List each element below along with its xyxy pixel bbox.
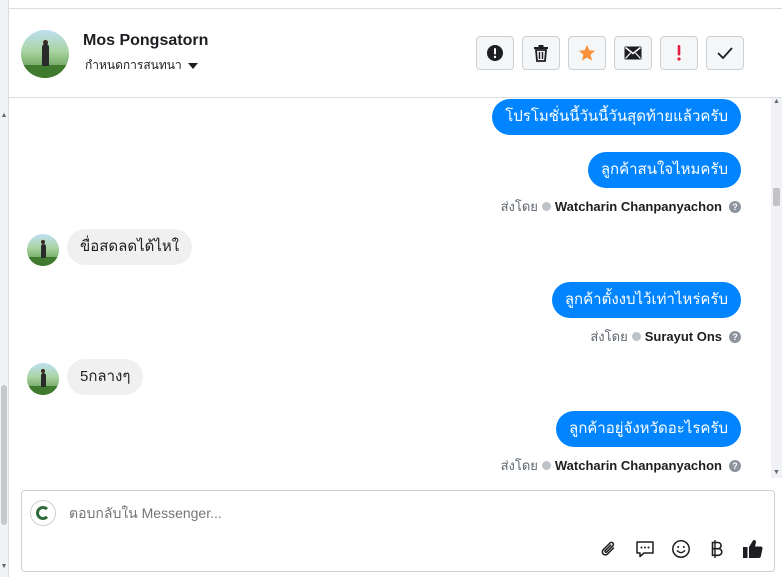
conversation-settings-label: กำหนดการสนทนา <box>85 58 182 72</box>
emoji-icon <box>672 540 690 558</box>
mark-unread-button[interactable] <box>614 36 652 70</box>
contact-avatar-small[interactable] <box>27 363 59 395</box>
delete-button[interactable] <box>522 36 560 70</box>
star-icon <box>578 44 596 61</box>
chat-bubble-icon <box>636 541 654 558</box>
mark-spam-button[interactable] <box>476 36 514 70</box>
sender-name[interactable]: Watcharin Chanpanyachon <box>555 458 722 473</box>
like-button[interactable] <box>742 538 764 560</box>
contact-avatar-small[interactable] <box>27 234 59 266</box>
message-outgoing: ลูกค้าอยู่จังหวัดอะไรครับ <box>556 411 741 447</box>
sent-by-prefix: ส่งโดย <box>500 199 538 214</box>
help-icon[interactable]: ? <box>729 200 741 213</box>
baht-icon <box>711 540 723 558</box>
message-outgoing: ลูกค้าสนใจไหมครับ <box>587 152 741 188</box>
scroll-up-icon[interactable]: ▲ <box>0 112 8 119</box>
scrollbar-thumb[interactable] <box>773 188 780 206</box>
message-thread[interactable]: โปรโมชั่นนี้วันนี้วันสุดท้ายแล้วครับ ลูก… <box>9 98 771 478</box>
left-panel-scrollbar[interactable]: ▲ ▼ <box>0 0 9 577</box>
message-incoming: ขื่อสดลดได้ไหใ <box>67 229 193 265</box>
follow-up-button[interactable] <box>660 36 698 70</box>
contact-avatar[interactable] <box>21 30 69 78</box>
sender-name[interactable]: Watcharin Chanpanyachon <box>555 199 722 214</box>
thumbs-up-icon <box>743 540 763 559</box>
caret-down-icon <box>187 62 198 69</box>
message-incoming: 5กลางๆ <box>67 359 144 395</box>
composer-tools <box>598 538 764 560</box>
sent-by-prefix: ส่งโดย <box>590 329 628 344</box>
attach-button[interactable] <box>598 538 620 560</box>
help-icon[interactable]: ? <box>729 459 741 472</box>
reply-input[interactable] <box>69 505 629 521</box>
sent-by-prefix: ส่งโดย <box>500 458 538 473</box>
reply-composer <box>21 490 775 572</box>
payment-button[interactable] <box>706 538 728 560</box>
exclamation-icon <box>677 45 681 61</box>
message-outgoing: ลูกค้าตั้งงบไว้เท่าไหร่ครับ <box>551 282 741 318</box>
saved-replies-button[interactable] <box>634 538 656 560</box>
contact-name[interactable]: Mos Pongsatorn <box>83 32 208 50</box>
sent-by-label: ส่งโดย Surayut Ons ? <box>590 326 741 347</box>
scroll-up-icon[interactable]: ▲ <box>771 98 782 105</box>
scrollbar-thumb[interactable] <box>1 385 7 525</box>
paperclip-icon <box>601 541 615 556</box>
checkmark-icon <box>717 47 733 59</box>
sent-by-label: ส่งโดย Watcharin Chanpanyachon ? <box>501 196 741 217</box>
message-outgoing: โปรโมชั่นนี้วันนี้วันสุดท้ายแล้วครับ <box>492 99 741 135</box>
trash-icon <box>534 45 548 62</box>
conversation-settings-dropdown[interactable]: กำหนดการสนทนา <box>85 56 198 75</box>
mark-done-button[interactable] <box>706 36 744 70</box>
sender-name[interactable]: Surayut Ons <box>645 329 722 344</box>
page-logo <box>30 500 56 526</box>
emoji-button[interactable] <box>670 538 692 560</box>
help-icon[interactable]: ? <box>729 330 741 343</box>
scroll-down-icon[interactable]: ▼ <box>0 563 8 570</box>
sent-by-label: ส่งโดย Watcharin Chanpanyachon ? <box>501 455 741 476</box>
verified-icon <box>541 202 551 211</box>
verified-icon <box>541 461 551 470</box>
verified-icon <box>631 332 641 341</box>
envelope-icon <box>624 46 642 60</box>
conversation-header: Mos Pongsatorn กำหนดการสนทนา <box>9 9 782 98</box>
thread-scrollbar[interactable]: ▲ ▼ <box>771 98 782 478</box>
scroll-down-icon[interactable]: ▼ <box>771 469 782 476</box>
star-button[interactable] <box>568 36 606 70</box>
alert-circle-icon <box>487 45 503 61</box>
header-actions <box>476 36 744 70</box>
